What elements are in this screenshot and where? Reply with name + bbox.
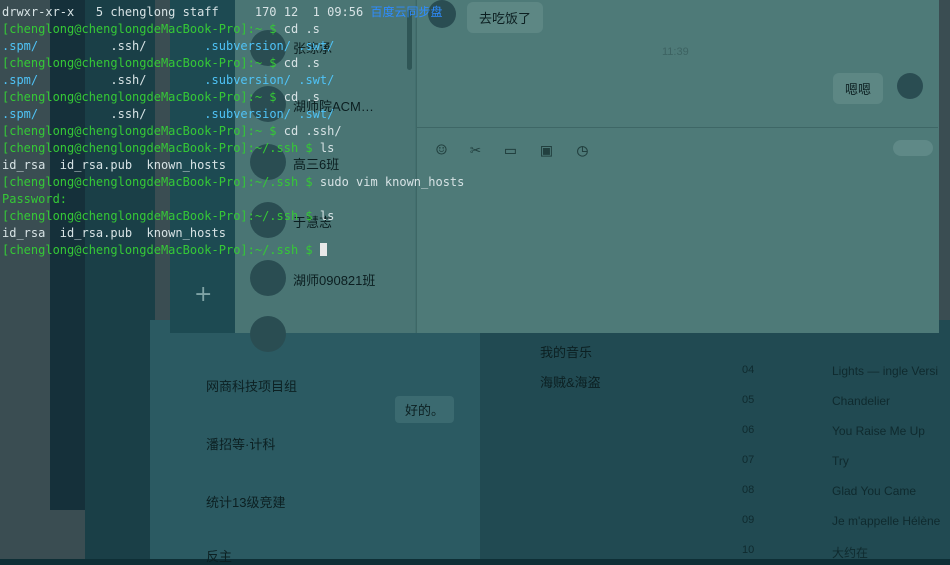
terminal-text: .spm/ bbox=[2, 73, 39, 87]
song-title[interactable]: Glad You Came bbox=[832, 484, 916, 498]
terminal-text: .subversion/ .swt/ bbox=[204, 73, 335, 87]
song-number: 04 bbox=[742, 364, 755, 376]
terminal-line: [chenglong@chenglongdeMacBook-Pro]:~/.ss… bbox=[2, 174, 464, 191]
terminal-line: [chenglong@chenglongdeMacBook-Pro]:~/.ss… bbox=[2, 208, 334, 225]
chat-item[interactable]: 反主 bbox=[206, 546, 232, 565]
song-number: 10 bbox=[742, 544, 755, 556]
terminal-text: .ssh/ bbox=[38, 107, 205, 121]
terminal-text: Password: bbox=[2, 192, 68, 206]
chat-item[interactable]: 统计13级竞建 bbox=[206, 492, 285, 511]
terminal-text: [chenglong@chenglongdeMacBook-Pro]:~/.ss… bbox=[2, 243, 320, 257]
terminal-text: ls bbox=[319, 209, 335, 223]
image-icon[interactable]: ▣ bbox=[541, 140, 552, 161]
song-title[interactable]: Chandelier bbox=[832, 394, 890, 408]
song-number: 06 bbox=[742, 424, 755, 436]
terminal-text: drwxr-xr-x 5 chenglong staff 170 12 1 09… bbox=[2, 5, 371, 19]
terminal-text: cd .s bbox=[283, 56, 320, 70]
menu-item[interactable]: 海贼&海盗 bbox=[540, 372, 601, 391]
chat-item[interactable]: 网商科技项目组 bbox=[206, 376, 297, 395]
terminal-line: .spm/ .ssh/ .subversion/ .swt/ bbox=[2, 38, 334, 55]
terminal-cursor bbox=[319, 243, 327, 256]
terminal-text: cd .s bbox=[283, 22, 320, 36]
terminal-line: [chenglong@chenglongdeMacBook-Pro]:~ $ c… bbox=[2, 89, 320, 106]
sent-message: 嗯嗯 bbox=[833, 73, 884, 104]
video-icon[interactable]: ▭ bbox=[505, 140, 516, 161]
song-number: 07 bbox=[742, 454, 755, 466]
terminal-text: [chenglong@chenglongdeMacBook-Pro]:~/.ss… bbox=[2, 209, 320, 223]
terminal-line: [chenglong@chenglongdeMacBook-Pro]:~ $ c… bbox=[2, 21, 320, 38]
song-title[interactable]: Lights — ingle Versi bbox=[832, 364, 938, 378]
divider bbox=[416, 127, 938, 128]
terminal-text: [chenglong@chenglongdeMacBook-Pro]:~ $ bbox=[2, 124, 284, 138]
chat-item[interactable]: 潘招等·计科 bbox=[206, 434, 275, 453]
add-icon[interactable]: + bbox=[194, 282, 212, 307]
terminal-text: .subversion/ .swt/ bbox=[204, 39, 335, 53]
terminal-line: .spm/ .ssh/ .subversion/ .swt/ bbox=[2, 72, 334, 89]
menu-item[interactable]: 我的音乐 bbox=[540, 342, 592, 361]
terminal-text: id_rsa id_rsa.pub known_hosts bbox=[2, 158, 226, 172]
background-wechat-window: 网商科技项目组 潘招等·计科 统计13级竞建 反主 好的。 bbox=[150, 320, 490, 564]
voice-toggle[interactable] bbox=[893, 140, 933, 156]
song-title[interactable]: You Raise Me Up bbox=[832, 424, 925, 438]
terminal-line: Password: bbox=[2, 191, 67, 208]
avatar bbox=[250, 316, 286, 352]
song-number: 05 bbox=[742, 394, 755, 406]
terminal-text: sudo vim known_hosts bbox=[319, 175, 465, 189]
terminal-text: [chenglong@chenglongdeMacBook-Pro]:~ $ bbox=[2, 56, 284, 70]
terminal-line: drwxr-xr-x 5 chenglong staff 170 12 1 09… bbox=[2, 4, 442, 21]
terminal-text: [chenglong@chenglongdeMacBook-Pro]:~/.ss… bbox=[2, 141, 320, 155]
terminal-line: id_rsa id_rsa.pub known_hosts bbox=[2, 157, 226, 174]
history-icon[interactable]: ◷ bbox=[577, 140, 588, 161]
terminal-line: [chenglong@chenglongdeMacBook-Pro]:~/.ss… bbox=[2, 242, 327, 259]
terminal-line: [chenglong@chenglongdeMacBook-Pro]:~/.ss… bbox=[2, 140, 334, 157]
terminal-output: drwxr-xr-x 5 chenglong staff 170 12 1 09… bbox=[0, 0, 480, 260]
terminal-text: [chenglong@chenglongdeMacBook-Pro]:~/.ss… bbox=[2, 175, 320, 189]
terminal-text: 百度云同步盘 bbox=[370, 5, 443, 19]
terminal-text: .spm/ bbox=[2, 107, 39, 121]
terminal-text: .ssh/ bbox=[38, 39, 205, 53]
chat-item[interactable]: 湖师090821班 bbox=[293, 270, 375, 289]
terminal-text: cd .ssh/ bbox=[283, 124, 342, 138]
avatar bbox=[897, 73, 923, 99]
terminal-text: cd .s bbox=[283, 90, 320, 104]
terminal-line: .spm/ .ssh/ .subversion/ .swt/ bbox=[2, 106, 334, 123]
terminal-text: .subversion/ .swt/ bbox=[204, 107, 335, 121]
terminal-text: id_rsa id_rsa.pub known_hosts bbox=[2, 226, 226, 240]
terminal-line: id_rsa id_rsa.pub known_hosts bbox=[2, 225, 226, 242]
song-title[interactable]: 大约在 bbox=[832, 544, 868, 561]
message-time: 11:39 bbox=[662, 46, 689, 58]
terminal-text: [chenglong@chenglongdeMacBook-Pro]:~ $ bbox=[2, 22, 284, 36]
song-title[interactable]: Je m'appelle Hélène bbox=[832, 514, 940, 528]
song-title[interactable]: Try bbox=[832, 454, 849, 468]
avatar bbox=[250, 260, 286, 296]
terminal-text: .ssh/ bbox=[38, 73, 205, 87]
song-number: 09 bbox=[742, 514, 755, 526]
terminal-text: .spm/ bbox=[2, 39, 39, 53]
terminal-line: [chenglong@chenglongdeMacBook-Pro]:~ $ c… bbox=[2, 123, 342, 140]
terminal-text: ls bbox=[319, 141, 335, 155]
terminal-line: [chenglong@chenglongdeMacBook-Pro]:~ $ c… bbox=[2, 55, 320, 72]
song-number: 08 bbox=[742, 484, 755, 496]
message-bubble: 好的。 bbox=[395, 396, 455, 423]
terminal-text: [chenglong@chenglongdeMacBook-Pro]:~ $ bbox=[2, 90, 284, 104]
